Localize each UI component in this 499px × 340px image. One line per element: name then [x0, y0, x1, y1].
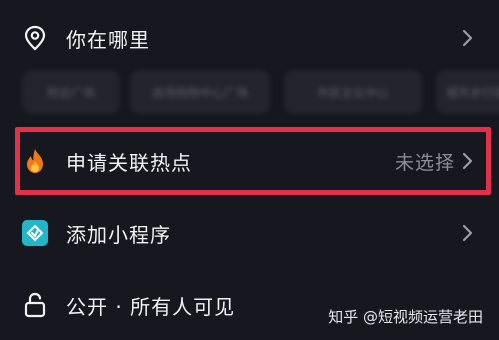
- location-suggestions: 附近广场 商场购物中心广场 市民文化中心 城市步行街: [0, 70, 499, 118]
- suggestion-chip[interactable]: 市民文化中心: [284, 70, 422, 114]
- mini-program-row[interactable]: 添加小程序: [0, 211, 499, 255]
- location-label: 你在哪里: [66, 27, 150, 52]
- watermark: 知乎 @短视频运营老田: [328, 308, 483, 326]
- suggestion-chip[interactable]: 附近广场: [22, 70, 120, 114]
- highlight-box: [15, 127, 491, 195]
- suggestion-chip[interactable]: 城市步行街: [436, 70, 499, 114]
- location-pin-icon: [22, 25, 48, 51]
- mini-program-label: 添加小程序: [66, 222, 171, 247]
- location-row[interactable]: 你在哪里: [0, 18, 499, 58]
- unlock-icon: [22, 292, 48, 318]
- chevron-right-icon: [462, 224, 473, 242]
- mini-program-icon: [22, 220, 48, 246]
- visibility-label: 公开 · 所有人可见: [66, 294, 236, 319]
- suggestion-chip[interactable]: 商场购物中心广场: [130, 70, 270, 114]
- chevron-right-icon: [462, 29, 473, 47]
